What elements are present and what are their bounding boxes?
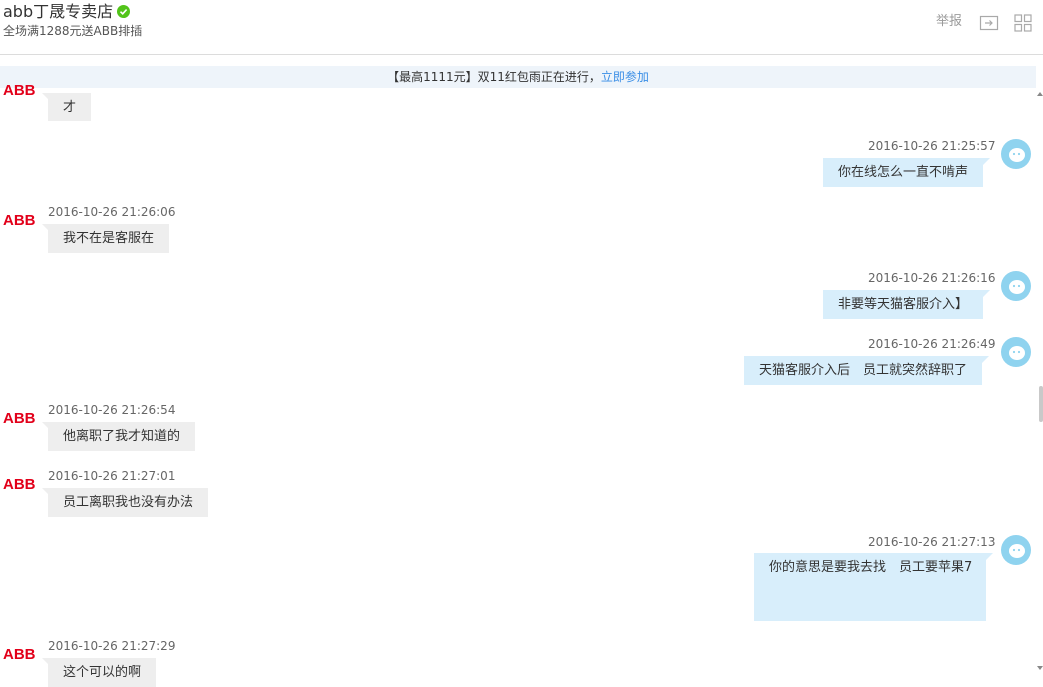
- message-text: 员工离职我也没有办法: [41, 488, 209, 517]
- abb-logo-icon: ABB: [3, 646, 35, 662]
- message-time: 2016-10-26 21:26:54: [48, 403, 176, 417]
- report-button[interactable]: 举报: [936, 13, 962, 31]
- message-text: 你在线怎么一直不啃声: [823, 158, 991, 187]
- cat-avatar-icon: [1001, 139, 1031, 169]
- check-circle-icon: [117, 4, 131, 18]
- message-time: 2016-10-26 21:26:49: [868, 337, 996, 351]
- message-text: 他离职了我才知道的: [41, 422, 196, 451]
- chat-header: abb丁晟专卖店 全场满1288元送ABB排插 举报: [0, 0, 1043, 55]
- abb-logo-icon: ABB: [3, 82, 35, 98]
- message-time: 2016-10-26 21:25:57: [868, 139, 996, 153]
- message-text: 非要等天猫客服介入】: [823, 290, 991, 319]
- svg-text:ABB: ABB: [3, 646, 35, 662]
- message-time: 2016-10-26 21:27:01: [48, 469, 176, 483]
- grid-icon[interactable]: [1013, 13, 1033, 33]
- message-text: 天猫客服介入后 员工就突然辞职了: [744, 356, 990, 385]
- shop-name[interactable]: abb丁晟专卖店: [3, 2, 113, 21]
- svg-text:ABB: ABB: [3, 212, 35, 228]
- message-time: 2016-10-26 21:27:29: [48, 639, 176, 653]
- svg-text:ABB: ABB: [3, 82, 35, 98]
- join-link[interactable]: 立即参加: [601, 70, 649, 84]
- message-text: 这个可以的啊: [41, 658, 157, 687]
- scroll-thumb[interactable]: [1039, 386, 1043, 422]
- cat-avatar-icon: [1001, 535, 1031, 565]
- banner-text: 【最高1111元】双11红包雨正在进行，: [387, 70, 601, 84]
- message-time: 2016-10-26 21:27:13: [868, 535, 996, 549]
- scroll-down-arrow-icon[interactable]: [1037, 666, 1043, 670]
- scroll-up-arrow-icon[interactable]: [1037, 92, 1043, 96]
- chat-scrollbar[interactable]: [1036, 88, 1043, 677]
- message-text: 才: [41, 93, 92, 121]
- abb-logo-icon: ABB: [3, 212, 35, 228]
- cat-avatar-icon: [1001, 337, 1031, 367]
- share-box-icon[interactable]: [979, 13, 999, 33]
- shop-promo-text: 全场满1288元送ABB排插: [3, 24, 143, 38]
- message-text: 你的意思是要我去找 员工要苹果7: [754, 553, 993, 621]
- shop-title[interactable]: abb丁晟专卖店: [3, 2, 131, 22]
- abb-logo-icon: ABB: [3, 410, 35, 426]
- svg-text:ABB: ABB: [3, 476, 35, 492]
- message-text: 我不在是客服在: [41, 224, 170, 253]
- promo-banner: 【最高1111元】双11红包雨正在进行，立即参加: [0, 66, 1036, 88]
- svg-text:ABB: ABB: [3, 410, 35, 426]
- message-time: 2016-10-26 21:26:06: [48, 205, 176, 219]
- abb-logo-icon: ABB: [3, 476, 35, 492]
- cat-avatar-icon: [1001, 271, 1031, 301]
- message-time: 2016-10-26 21:26:16: [868, 271, 996, 285]
